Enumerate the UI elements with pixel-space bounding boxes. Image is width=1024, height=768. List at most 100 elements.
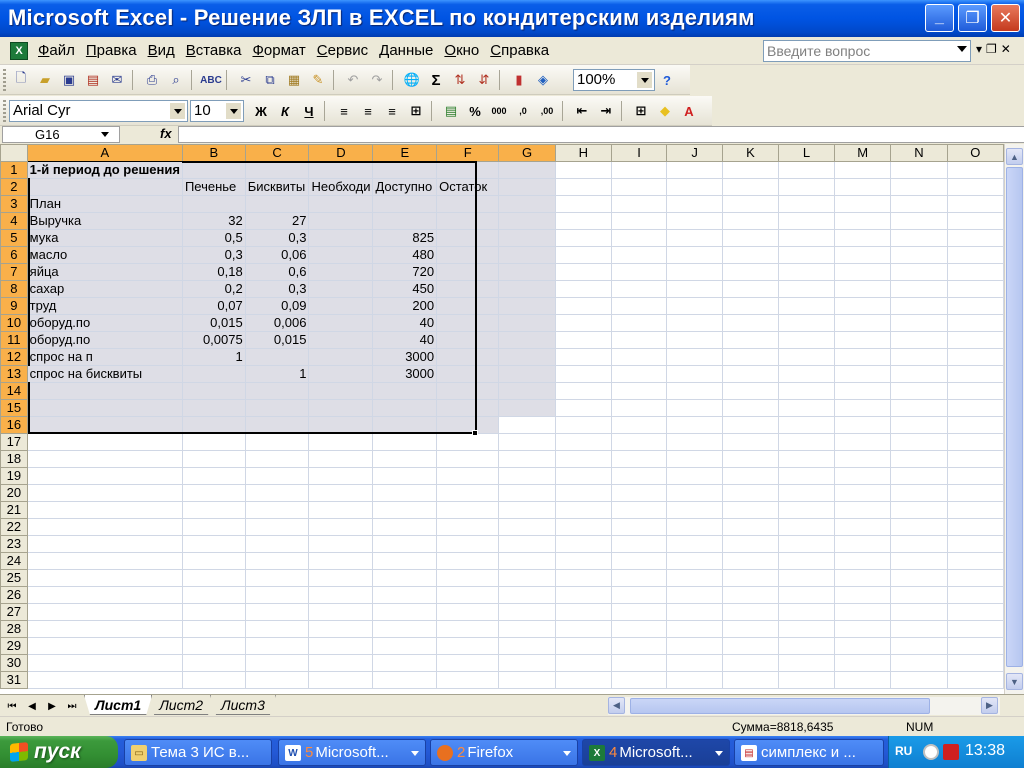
chart-wizard-icon[interactable]: ▮ (508, 69, 530, 91)
cell-O3[interactable] (947, 195, 1004, 213)
tab-sheet2[interactable]: Лист2 (148, 695, 214, 715)
cell-I9[interactable] (611, 297, 668, 315)
row-header[interactable]: 10 (0, 314, 28, 332)
cell-E4[interactable] (372, 212, 438, 230)
cell-F27[interactable] (436, 603, 500, 621)
cell-E5[interactable]: 825 (372, 229, 438, 247)
row-header[interactable]: 26 (0, 586, 28, 604)
save-icon[interactable]: ▣ (58, 69, 80, 91)
cell-K16[interactable] (722, 416, 780, 434)
cell-N9[interactable] (890, 297, 948, 315)
cell-H9[interactable] (555, 297, 612, 315)
cell-O19[interactable] (947, 467, 1004, 485)
cell-E29[interactable] (372, 637, 438, 655)
cell-D10[interactable] (308, 314, 374, 332)
cell-I13[interactable] (611, 365, 668, 383)
cell-M19[interactable] (834, 467, 892, 485)
cell-L29[interactable] (778, 637, 835, 655)
row-header[interactable]: 20 (0, 484, 28, 502)
cell-I1[interactable] (611, 161, 668, 179)
cell-F16[interactable] (436, 416, 500, 434)
cell-K20[interactable] (722, 484, 780, 502)
cell-E30[interactable] (372, 654, 438, 672)
cell-N27[interactable] (890, 603, 948, 621)
cell-F25[interactable] (436, 569, 500, 587)
cell-G10[interactable] (498, 314, 556, 332)
cell-F7[interactable] (436, 263, 500, 281)
column-header[interactable]: J (666, 144, 723, 162)
print-icon[interactable]: ⎙ (141, 69, 163, 91)
cell-L25[interactable] (778, 569, 835, 587)
cell-F10[interactable] (436, 314, 500, 332)
scroll-right-button[interactable]: ▶ (981, 697, 998, 714)
name-box-dropdown-icon[interactable] (101, 132, 109, 137)
font-color-icon[interactable]: A (678, 100, 700, 122)
worksheet-table[interactable]: ABCDEFGHIJKLMNO 1 1-й период до решения 2 П… (0, 144, 1004, 689)
cell-J17[interactable] (666, 433, 723, 451)
cell-G15[interactable] (498, 399, 556, 417)
cell-K4[interactable] (722, 212, 780, 230)
prev-sheet-icon[interactable]: ◀ (24, 698, 40, 714)
cell-K23[interactable] (722, 535, 780, 553)
cell-B24[interactable] (182, 552, 246, 570)
cell-F29[interactable] (436, 637, 500, 655)
cell-D8[interactable] (308, 280, 374, 298)
cell-L13[interactable] (778, 365, 835, 383)
hyperlink-icon[interactable]: 🌐 (401, 69, 423, 91)
cell-G1[interactable] (498, 161, 556, 179)
cell-D7[interactable] (308, 263, 374, 281)
cell-O27[interactable] (947, 603, 1004, 621)
column-header[interactable]: M (833, 144, 892, 162)
toolbar-grip[interactable] (3, 100, 6, 122)
cell-H13[interactable] (555, 365, 612, 383)
cell-J25[interactable] (666, 569, 723, 587)
zoom-select[interactable]: 100% (573, 69, 655, 91)
align-left-icon[interactable]: ≡ (333, 100, 355, 122)
cell-K25[interactable] (722, 569, 780, 587)
row-header[interactable]: 9 (0, 297, 28, 315)
cell-F19[interactable] (436, 467, 500, 485)
cell-E3[interactable] (372, 195, 438, 213)
cell-J14[interactable] (666, 382, 723, 400)
cell-N3[interactable] (890, 195, 948, 213)
cell-M27[interactable] (834, 603, 892, 621)
cell-M11[interactable] (834, 331, 892, 349)
undo-icon[interactable]: ↶ (342, 69, 364, 91)
cell-O30[interactable] (947, 654, 1004, 672)
cell-B28[interactable] (182, 620, 246, 638)
cell-E8[interactable]: 450 (372, 280, 438, 298)
cell-H22[interactable] (555, 518, 612, 536)
cell-G26[interactable] (498, 586, 556, 604)
cell-K11[interactable] (722, 331, 780, 349)
sort-ascending-icon[interactable]: ⇅ (449, 69, 471, 91)
cell-L27[interactable] (778, 603, 835, 621)
cell-H8[interactable] (555, 280, 612, 298)
cell-I31[interactable] (611, 671, 668, 689)
permission-icon[interactable]: ▤ (82, 69, 104, 91)
doc-minimize-icon[interactable]: ▾ (976, 42, 982, 56)
italic-button[interactable]: К (274, 100, 296, 122)
cell-N23[interactable] (890, 535, 948, 553)
column-header[interactable]: N (890, 144, 948, 162)
cell-L3[interactable] (778, 195, 835, 213)
cell-J15[interactable] (666, 399, 723, 417)
cell-F9[interactable] (436, 297, 500, 315)
cell-E28[interactable] (372, 620, 438, 638)
cell-H29[interactable] (555, 637, 612, 655)
cell-D5[interactable] (308, 229, 374, 247)
cell-L24[interactable] (778, 552, 835, 570)
cell-C29[interactable] (245, 637, 310, 655)
cell-G12[interactable] (498, 348, 556, 366)
cell-H17[interactable] (555, 433, 612, 451)
cell-M3[interactable] (834, 195, 892, 213)
cell-E25[interactable] (372, 569, 438, 587)
cell-O10[interactable] (947, 314, 1004, 332)
cell-K30[interactable] (722, 654, 780, 672)
merge-center-icon[interactable]: ⊞ (405, 100, 427, 122)
cell-G11[interactable] (498, 331, 556, 349)
cell-D17[interactable] (308, 433, 374, 451)
cell-D1[interactable] (308, 161, 374, 179)
row-header[interactable]: 12 (0, 348, 28, 366)
cell-O11[interactable] (947, 331, 1004, 349)
last-sheet-icon[interactable]: ⏭ (64, 698, 80, 714)
